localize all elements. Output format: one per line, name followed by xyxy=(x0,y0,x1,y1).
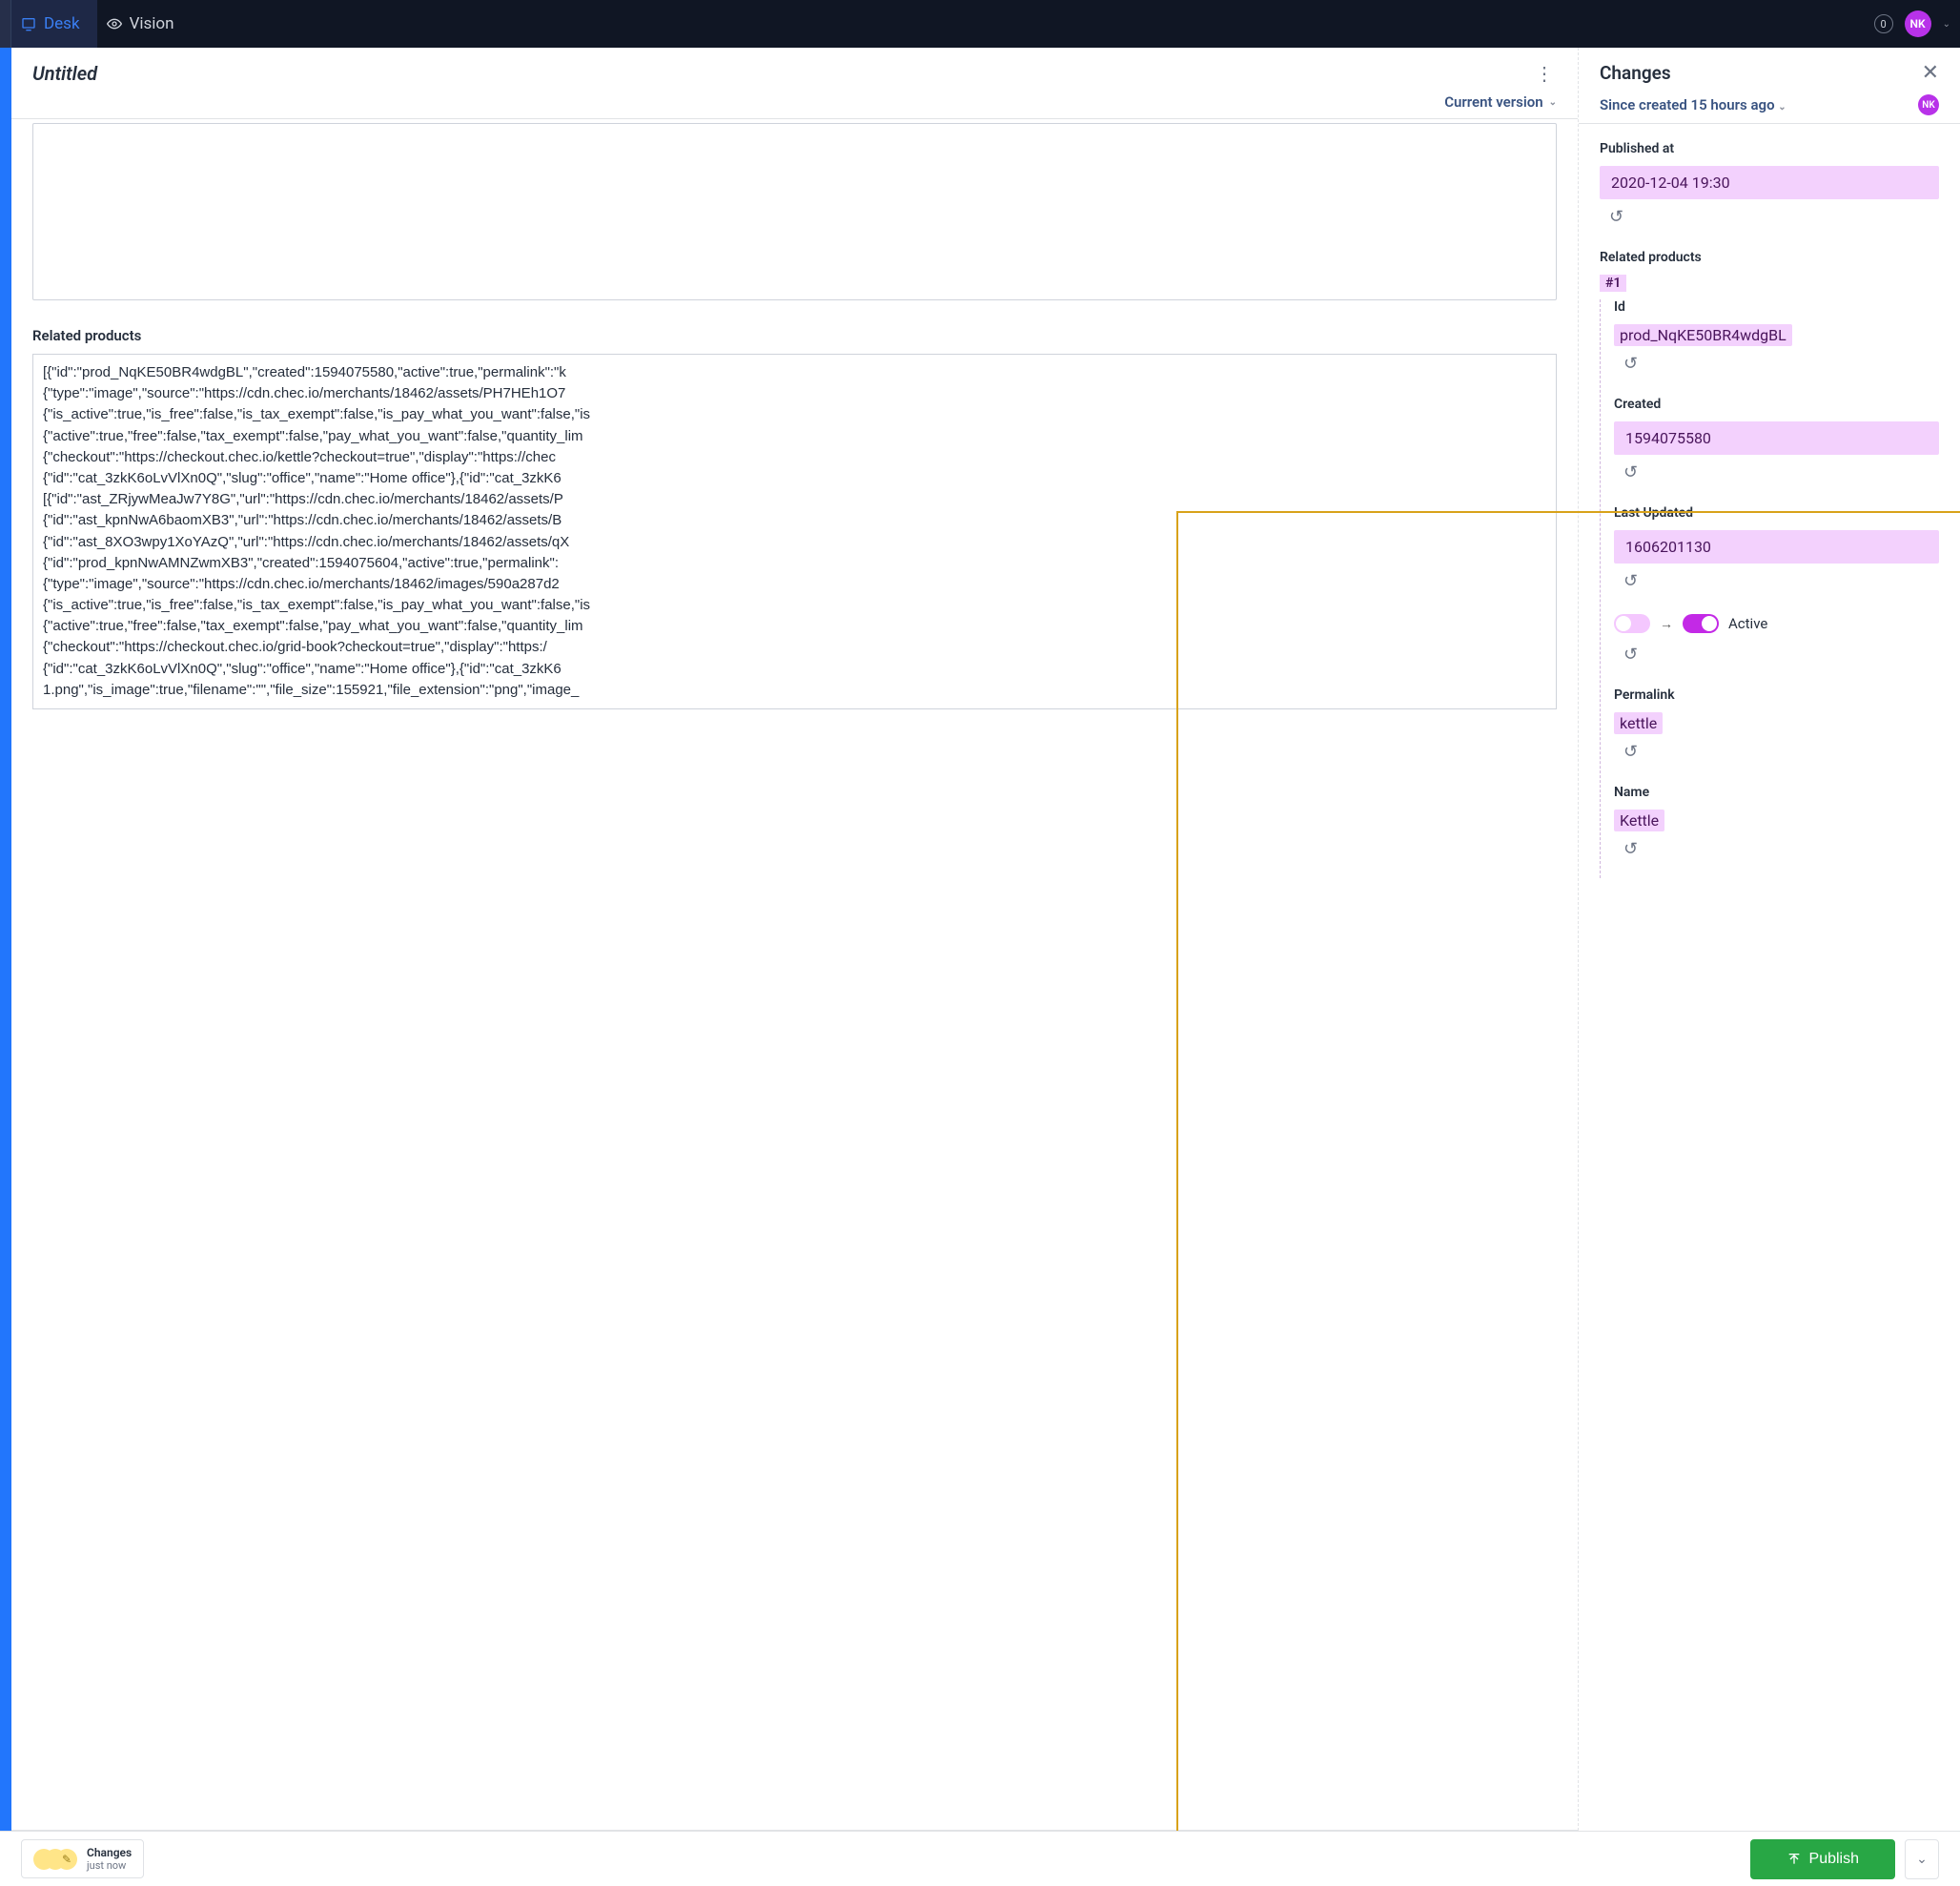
chevron-down-icon: ⌄ xyxy=(1549,97,1557,108)
json-line: {"id":"cat_3zkK6oLvVlXn0Q","slug":"offic… xyxy=(43,468,1546,489)
related-products-json-input[interactable]: [{"id":"prod_NqKE50BR4wdgBL","created":1… xyxy=(32,354,1557,709)
since-selector[interactable]: Since created 15 hours ago ⌄ xyxy=(1600,96,1786,113)
diff-item-group: Id prod_NqKE50BR4wdgBL ↺ Created 1594075… xyxy=(1600,299,1939,878)
undo-icon[interactable]: ↺ xyxy=(1623,839,1638,859)
json-line: {"is_active":true,"is_free":false,"is_ta… xyxy=(43,404,1546,425)
changes-summary-time: just now xyxy=(87,1859,132,1872)
changes-title: Changes xyxy=(1600,62,1671,84)
editor-body: Related products [{"id":"prod_NqKE50BR4w… xyxy=(11,118,1578,1831)
chevron-down-icon: ⌄ xyxy=(1778,102,1786,113)
tab-desk[interactable]: Desk xyxy=(11,0,97,48)
sidebar-sliver xyxy=(0,0,11,48)
top-bar: Desk Vision 0 NK ⌄ xyxy=(0,0,1960,48)
top-bar-left: Desk Vision xyxy=(0,0,192,48)
work-area: Untitled ⋮ Current version ⌄ Related pro… xyxy=(0,48,1960,1831)
publish-icon xyxy=(1786,1852,1802,1867)
undo-icon[interactable]: ↺ xyxy=(1623,571,1638,591)
close-icon[interactable]: ✕ xyxy=(1922,61,1939,85)
user-menu-chevron-icon[interactable]: ⌄ xyxy=(1943,19,1950,30)
json-line: {"id":"ast_8XO3wpy1XoYAzQ","url":"https:… xyxy=(43,532,1546,553)
json-line: {"active":true,"free":false,"tax_exempt"… xyxy=(43,426,1546,447)
diff-published-at-label: Published at xyxy=(1600,141,1939,156)
empty-field-input[interactable] xyxy=(32,123,1557,300)
json-line: {"type":"image","source":"https://cdn.ch… xyxy=(43,383,1546,404)
since-label: Since created 15 hours ago xyxy=(1600,96,1775,113)
json-line: {"id":"prod_kpnNwAMNZwmXB3","created":15… xyxy=(43,553,1546,574)
diff-item-tag: #1 xyxy=(1600,275,1626,292)
diff-name-value: Kettle xyxy=(1614,810,1664,831)
undo-icon[interactable]: ↺ xyxy=(1623,462,1638,482)
eye-icon xyxy=(107,16,122,31)
notification-count[interactable]: 0 xyxy=(1874,14,1893,33)
related-products-field-label: Related products xyxy=(32,327,1557,344)
change-coins: ✎ xyxy=(33,1849,77,1870)
pencil-icon: ✎ xyxy=(56,1849,77,1870)
changes-header: Changes ✕ Since created 15 hours ago ⌄ N… xyxy=(1579,48,1960,123)
diff-active-label: Active xyxy=(1728,615,1767,632)
version-selector[interactable]: Current version ⌄ xyxy=(32,86,1557,111)
changes-body: Published at 2020-12-04 19:30 ↺ Related … xyxy=(1579,123,1960,1831)
changes-summary-button[interactable]: ✎ Changes just now xyxy=(21,1839,144,1878)
desk-icon xyxy=(21,16,36,31)
undo-icon[interactable]: ↺ xyxy=(1623,742,1638,762)
json-line: {"active":true,"free":false,"tax_exempt"… xyxy=(43,616,1546,637)
diff-id-value: prod_NqKE50BR4wdgBL xyxy=(1614,324,1792,346)
json-line: [{"id":"prod_NqKE50BR4wdgBL","created":1… xyxy=(43,362,1546,383)
diff-last-updated-value: 1606201130 xyxy=(1614,530,1939,564)
json-line: {"id":"cat_3zkK6oLvVlXn0Q","slug":"offic… xyxy=(43,659,1546,680)
toggle-after xyxy=(1683,614,1719,633)
json-line: {"checkout":"https://checkout.chec.io/ke… xyxy=(43,447,1546,468)
undo-icon[interactable]: ↺ xyxy=(1623,354,1638,374)
toggle-before xyxy=(1614,614,1650,633)
json-line: {"checkout":"https://checkout.chec.io/gr… xyxy=(43,637,1546,658)
editor-pane: Untitled ⋮ Current version ⌄ Related pro… xyxy=(11,48,1579,1831)
json-line: [{"id":"ast_ZRjywMeaJw7Y8G","url":"https… xyxy=(43,489,1546,510)
document-menu-icon[interactable]: ⋮ xyxy=(1532,61,1557,86)
user-avatar[interactable]: NK xyxy=(1905,10,1931,37)
top-bar-right: 0 NK ⌄ xyxy=(1874,10,1960,37)
chevron-down-icon: ⌄ xyxy=(1916,1852,1928,1867)
publish-button[interactable]: Publish xyxy=(1750,1839,1895,1879)
tab-desk-label: Desk xyxy=(44,14,80,33)
diff-active-toggle-row: → Active xyxy=(1614,614,1939,633)
publish-dropdown-button[interactable]: ⌄ xyxy=(1905,1839,1939,1879)
author-avatar[interactable]: NK xyxy=(1918,94,1939,115)
diff-created-value: 1594075580 xyxy=(1614,421,1939,455)
footer-bar: ✎ Changes just now Publish ⌄ xyxy=(0,1831,1960,1886)
undo-icon[interactable]: ↺ xyxy=(1623,645,1638,665)
diff-name-label: Name xyxy=(1614,785,1939,800)
diff-id-label: Id xyxy=(1614,299,1939,315)
diff-connector-horizontal xyxy=(1176,511,1960,513)
json-line: 1.png","is_image":true,"filename":"","fi… xyxy=(43,680,1546,701)
diff-permalink-value: kettle xyxy=(1614,712,1663,734)
changes-summary-label: Changes xyxy=(87,1846,132,1859)
version-label: Current version xyxy=(1444,93,1542,111)
editor-header: Untitled ⋮ Current version ⌄ xyxy=(11,48,1578,118)
active-doc-indicator xyxy=(0,48,11,1831)
document-title: Untitled xyxy=(32,62,97,85)
json-line: {"id":"ast_kpnNwA6baomXB3","url":"https:… xyxy=(43,510,1546,531)
diff-related-products-label: Related products xyxy=(1600,250,1939,265)
arrow-right-icon: → xyxy=(1660,616,1673,632)
tab-vision[interactable]: Vision xyxy=(97,0,192,48)
diff-published-at-value: 2020-12-04 19:30 xyxy=(1600,166,1939,199)
changes-pane: Changes ✕ Since created 15 hours ago ⌄ N… xyxy=(1579,48,1960,1831)
diff-connector-vertical xyxy=(1176,511,1178,1831)
diff-created-label: Created xyxy=(1614,397,1939,412)
tab-vision-label: Vision xyxy=(130,14,174,33)
diff-permalink-label: Permalink xyxy=(1614,687,1939,703)
publish-label: Publish xyxy=(1809,1851,1859,1868)
json-line: {"type":"image","source":"https://cdn.ch… xyxy=(43,574,1546,595)
undo-icon[interactable]: ↺ xyxy=(1609,207,1623,227)
json-line: {"is_active":true,"is_free":false,"is_ta… xyxy=(43,595,1546,616)
